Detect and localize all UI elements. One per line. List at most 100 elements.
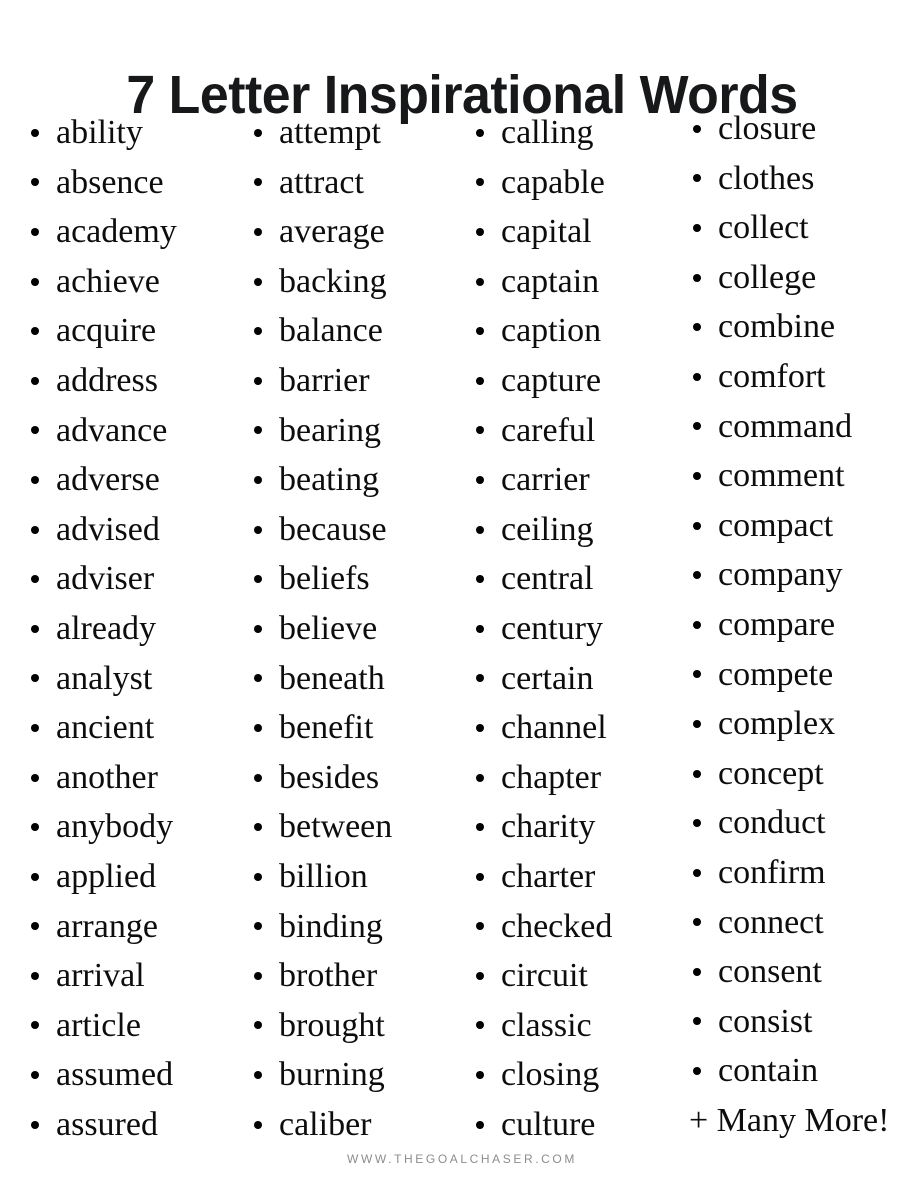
- word-label: address: [56, 361, 158, 399]
- word-label: advance: [56, 411, 168, 449]
- word-list-item: compact: [689, 501, 924, 551]
- word-list-item: chapter: [472, 753, 674, 803]
- word-label: bearing: [279, 411, 381, 449]
- bullet-icon: [254, 922, 262, 931]
- word-list-item: brother: [250, 951, 450, 1001]
- word-label: barrier: [279, 361, 370, 399]
- word-list-item: comment: [689, 451, 924, 501]
- word-label: compete: [718, 655, 834, 693]
- word-list-item: caption: [472, 306, 674, 356]
- bullet-icon: [31, 1021, 39, 1030]
- word-list-item: confirm: [689, 848, 924, 898]
- word-list-item: circuit: [472, 951, 674, 1001]
- word-label: believe: [279, 609, 378, 647]
- word-list-item: checked: [472, 902, 674, 952]
- bullet-icon: [31, 723, 39, 732]
- bullet-icon: [693, 1017, 701, 1026]
- bullet-icon: [31, 475, 39, 484]
- word-list-item: certain: [472, 654, 674, 704]
- bullet-icon: [476, 327, 484, 336]
- word-list-item: captain: [472, 257, 674, 307]
- word-list-item: arrange: [27, 902, 225, 952]
- bullet-icon: [31, 971, 39, 980]
- bullet-icon: [476, 922, 484, 931]
- bullet-icon: [31, 1120, 39, 1129]
- bullet-icon: [31, 227, 39, 236]
- word-list-item: consist: [689, 997, 924, 1047]
- bullet-icon: [476, 1071, 484, 1080]
- word-label: capital: [501, 213, 592, 251]
- bullet-icon: [693, 124, 701, 133]
- bullet-icon: [254, 575, 262, 584]
- word-label: chapter: [501, 758, 602, 796]
- word-label: concept: [718, 754, 824, 792]
- word-list-item: beliefs: [250, 554, 450, 604]
- word-label: besides: [279, 758, 380, 796]
- word-label: advised: [56, 510, 160, 548]
- word-label: anybody: [56, 808, 174, 846]
- word-list-item: company: [689, 550, 924, 600]
- word-list-item: billion: [250, 852, 450, 902]
- bullet-icon: [254, 376, 262, 385]
- word-column-3: calling capable capital captain caption captu…: [450, 104, 674, 1149]
- word-list-item: closing: [472, 1050, 674, 1100]
- word-list-item: complex: [689, 699, 924, 749]
- word-label: calling: [501, 114, 594, 151]
- bullet-icon: [254, 773, 262, 782]
- word-list-item: binding: [250, 902, 450, 952]
- word-columns-container: ability absence academy achieve acquire addre…: [0, 104, 924, 1144]
- bullet-icon: [476, 426, 484, 435]
- word-label: already: [56, 609, 157, 647]
- word-label: adverse: [56, 461, 160, 499]
- bullet-icon: [254, 823, 262, 832]
- bullet-icon: [254, 327, 262, 336]
- word-label: arrival: [56, 957, 145, 995]
- word-list-poster: 7 Letter Inspirational Words ability abse…: [0, 0, 924, 1196]
- bullet-icon: [476, 376, 484, 385]
- word-list-item: backing: [250, 257, 450, 307]
- bullet-icon: [693, 918, 701, 927]
- word-label: billion: [279, 857, 368, 895]
- bullet-icon: [254, 426, 262, 435]
- bullet-icon: [693, 372, 701, 381]
- word-list-item: believe: [250, 604, 450, 654]
- word-label: benefit: [279, 709, 374, 747]
- word-label: ceiling: [501, 510, 594, 548]
- bullet-icon: [693, 223, 701, 232]
- word-list-item: analyst: [27, 654, 225, 704]
- bullet-icon: [31, 674, 39, 683]
- word-list-item: brought: [250, 1001, 450, 1051]
- bullet-icon: [31, 922, 39, 931]
- word-list-item: beneath: [250, 654, 450, 704]
- word-label: compare: [718, 605, 836, 643]
- bullet-icon: [693, 422, 701, 431]
- word-label: central: [501, 560, 594, 598]
- bullet-icon: [254, 475, 262, 484]
- word-label: consent: [718, 953, 822, 991]
- bullet-icon: [476, 773, 484, 782]
- word-list-item: besides: [250, 753, 450, 803]
- word-label: combine: [718, 308, 836, 346]
- bullet-icon: [693, 868, 701, 877]
- word-label: consist: [718, 1002, 813, 1040]
- word-list-item: ability: [27, 108, 225, 158]
- bullet-icon: [254, 723, 262, 732]
- bullet-icon: [476, 624, 484, 633]
- word-label: arrange: [56, 907, 158, 945]
- word-label: confirm: [718, 853, 826, 891]
- word-label: complex: [718, 705, 836, 743]
- word-list-item: because: [250, 505, 450, 555]
- word-label: ancient: [56, 709, 155, 747]
- bullet-icon: [476, 723, 484, 732]
- word-label: charter: [501, 857, 596, 895]
- many-more-note: + Many More!: [689, 1101, 890, 1139]
- word-list-item: adverse: [27, 455, 225, 505]
- word-label: beating: [279, 461, 380, 499]
- word-list-item: channel: [472, 703, 674, 753]
- word-label: century: [501, 609, 603, 647]
- bullet-icon: [476, 475, 484, 484]
- word-list-3: calling capable capital captain caption captu…: [472, 108, 674, 1149]
- word-list-item: already: [27, 604, 225, 654]
- word-list-item: attempt: [250, 108, 450, 158]
- word-list-item: collect: [689, 203, 924, 253]
